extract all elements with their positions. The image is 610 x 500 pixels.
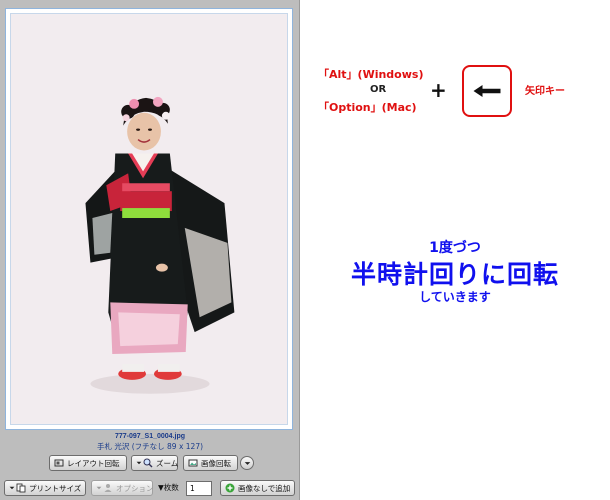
option-button[interactable]: オプション xyxy=(91,480,154,496)
layout-rotate-label: レイアウト回転 xyxy=(67,458,120,468)
magnifier-icon xyxy=(143,458,153,468)
chevron-down-icon xyxy=(9,486,15,490)
plus-sign: + xyxy=(430,78,447,102)
person-icon xyxy=(104,484,112,492)
alt-key-label: 「Alt」(Windows) xyxy=(318,68,424,81)
option-label: オプション xyxy=(116,483,154,493)
image-rotate-button[interactable]: 画像回転 xyxy=(183,455,238,471)
option-key-label: 「Option」(Mac) xyxy=(318,101,417,114)
or-label: OR xyxy=(370,84,387,95)
copies-input[interactable]: 1 xyxy=(186,481,212,496)
photo-preview[interactable] xyxy=(10,13,288,425)
screen: 777-097_S1_0004.jpg 手札 光沢 (フチなし 89 x 127… xyxy=(0,0,610,500)
photo-info: 777-097_S1_0004.jpg 手札 光沢 (フチなし 89 x 127… xyxy=(0,432,300,452)
layout-rotate-button[interactable]: レイアウト回転 xyxy=(49,455,127,471)
instruction-line-3: していきます xyxy=(419,290,491,304)
print-size-caption: 手札 光沢 (フチなし 89 x 127) xyxy=(96,442,204,451)
photo-filename: 777-097_S1_0004.jpg xyxy=(114,433,186,440)
left-arrow-icon xyxy=(473,85,501,97)
zoom-label: ズーム xyxy=(156,458,179,468)
layout-icon xyxy=(54,459,64,467)
chevron-down-icon xyxy=(136,461,142,465)
chevron-down-icon xyxy=(244,461,250,465)
add-without-image-button[interactable]: 画像なしで追加 xyxy=(220,480,295,496)
chevron-down-icon xyxy=(96,486,102,490)
image-viewer xyxy=(5,8,293,430)
print-size-button[interactable]: プリントサイズ xyxy=(4,480,86,496)
toolbar-row-1: レイアウト回転 ズーム 画像回転 xyxy=(0,455,300,472)
print-size-icon xyxy=(16,483,26,493)
add-without-image-label: 画像なしで追加 xyxy=(238,483,291,493)
print-size-label: プリントサイズ xyxy=(29,483,82,493)
toolbar-row-2: プリントサイズ オプション ▼枚数 1 画像なしで追加 xyxy=(0,480,300,497)
image-rotate-label: 画像回転 xyxy=(201,458,231,468)
left-arrow-key xyxy=(462,65,512,117)
instruction-line-1: 1度づつ xyxy=(429,240,481,256)
plus-circle-icon xyxy=(225,483,235,493)
child-kimono-photo xyxy=(11,14,287,424)
image-icon xyxy=(188,459,198,467)
arrow-key-label: 矢印キー xyxy=(525,86,565,97)
copies-label: ▼枚数 xyxy=(158,483,179,492)
zoom-button[interactable]: ズーム xyxy=(131,455,178,471)
instruction-line-2: 半時計回りに回転 xyxy=(350,260,559,289)
app-panel: 777-097_S1_0004.jpg 手札 光沢 (フチなし 89 x 127… xyxy=(0,0,300,500)
image-rotate-dropdown[interactable] xyxy=(240,456,254,470)
